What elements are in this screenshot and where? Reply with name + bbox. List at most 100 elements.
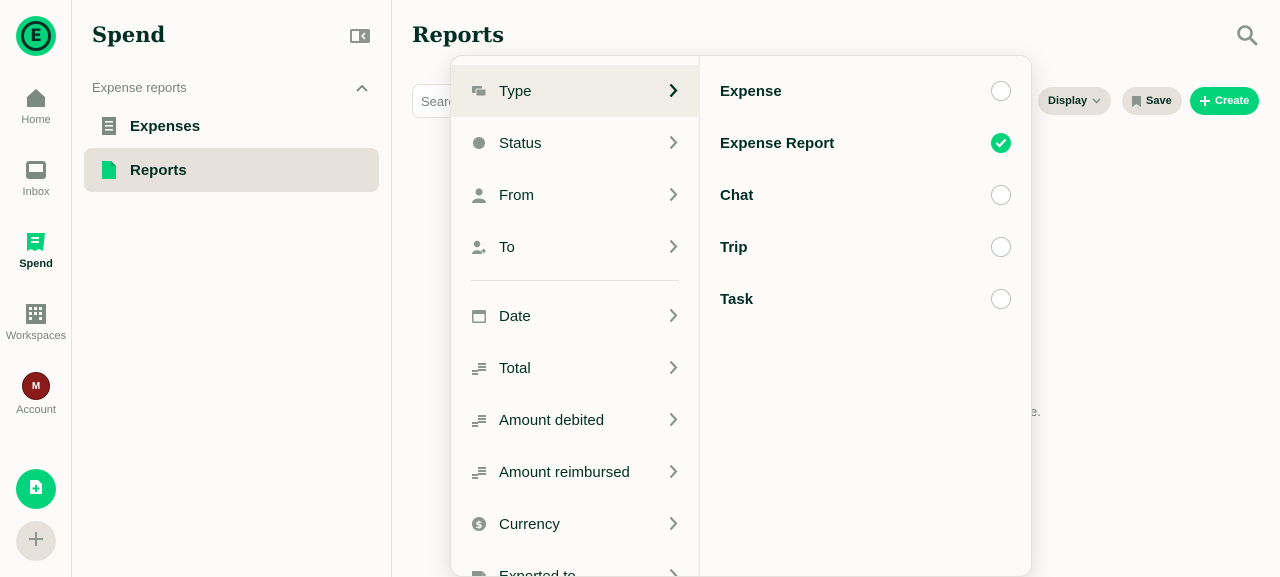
nav-spend-label: Spend [19, 258, 53, 270]
radio-unchecked[interactable] [991, 237, 1011, 257]
option-task[interactable]: Task [700, 273, 1031, 325]
chevron-right-icon [669, 568, 678, 576]
radio-unchecked[interactable] [991, 185, 1011, 205]
sidebar-title: Spend [92, 22, 166, 47]
chevron-right-icon [669, 135, 678, 150]
avatar: M [22, 372, 50, 400]
search-icon [1237, 25, 1258, 46]
filter-amount-debited[interactable]: Amount debited [451, 394, 700, 446]
filter-label: Type [499, 82, 532, 100]
filter-label: From [499, 186, 534, 204]
chevron-down-icon [1092, 98, 1101, 104]
sidebar-item-expenses[interactable]: Expenses [84, 104, 379, 148]
filter-exported-to[interactable]: Exported to [451, 550, 700, 577]
nav-account[interactable]: M Account [0, 372, 72, 416]
chevron-right-icon [669, 516, 678, 531]
person-arrow-icon [471, 239, 487, 255]
option-trip[interactable]: Trip [700, 221, 1031, 273]
filter-total[interactable]: Total [451, 342, 700, 394]
option-label: Trip [720, 238, 748, 256]
filter-status[interactable]: Status [451, 117, 700, 169]
export-icon [471, 568, 487, 576]
save-button[interactable]: Save [1122, 87, 1182, 115]
dollar-icon: $ [471, 516, 487, 532]
display-button[interactable]: Display [1038, 87, 1112, 115]
add-button[interactable] [16, 521, 56, 561]
receipt-icon [102, 117, 116, 135]
plus-icon [1200, 96, 1210, 106]
nav-inbox-label: Inbox [22, 186, 50, 198]
chevron-right-icon [669, 308, 678, 323]
chevron-right-icon [669, 360, 678, 375]
status-dot-icon [471, 135, 487, 151]
filter-label: Amount reimbursed [499, 463, 630, 481]
coins-icon [471, 360, 487, 376]
coins-icon [471, 412, 487, 428]
chevron-right-icon [669, 187, 678, 202]
create-button[interactable]: Create [1190, 87, 1260, 115]
nav-home-label: Home [21, 114, 51, 126]
spend-sidebar: Spend Expense reports Expenses Reports [72, 0, 392, 577]
filter-label: Date [499, 307, 531, 325]
nav-inbox[interactable]: Inbox [0, 158, 72, 198]
filter-label: Exported to [499, 567, 576, 577]
option-expense[interactable]: Expense [700, 65, 1031, 117]
filter-label: Total [499, 359, 531, 377]
plus-icon [28, 531, 44, 552]
create-label: Create [1215, 95, 1250, 107]
coins-icon [471, 464, 487, 480]
page-title: Reports [412, 22, 505, 47]
option-label: Task [720, 290, 754, 308]
sidebar-item-label: Reports [130, 161, 187, 179]
sidebar-item-label: Expenses [130, 117, 201, 135]
nav-spend[interactable]: Spend [0, 230, 72, 270]
filter-currency[interactable]: $ Currency [451, 498, 700, 550]
collapse-sidebar-icon [350, 29, 370, 43]
checkmark-icon [995, 138, 1007, 148]
option-label: Chat [720, 186, 754, 204]
section-expense-reports[interactable]: Expense reports [92, 80, 368, 95]
filter-label: Amount debited [499, 411, 605, 429]
filter-date[interactable]: Date [451, 290, 700, 342]
home-icon [24, 86, 48, 110]
new-expense-button[interactable] [16, 469, 56, 509]
calendar-icon [471, 308, 487, 324]
option-chat[interactable]: Chat [700, 169, 1031, 221]
inbox-icon [24, 158, 48, 182]
filter-type[interactable]: Type [451, 65, 700, 117]
chevron-up-icon [356, 84, 368, 92]
sidebar-item-reports[interactable]: Reports [84, 148, 379, 192]
chevron-right-icon [669, 83, 678, 98]
filter-to[interactable]: To [451, 221, 700, 273]
building-icon [24, 302, 48, 326]
nav-home[interactable]: Home [0, 86, 72, 126]
nav-workspaces[interactable]: Workspaces [0, 302, 72, 342]
radio-checked[interactable] [991, 133, 1011, 153]
filter-label: Currency [499, 515, 560, 533]
nav-workspaces-label: Workspaces [5, 330, 67, 342]
nav-account-label: Account [16, 404, 56, 416]
display-label: Display [1048, 95, 1088, 107]
filter-amount-reimbursed[interactable]: Amount reimbursed [451, 446, 700, 498]
chevron-right-icon [669, 412, 678, 427]
chevron-right-icon [669, 239, 678, 254]
filter-label: Status [499, 134, 542, 152]
collapse-sidebar-button[interactable] [350, 28, 372, 44]
radio-unchecked[interactable] [991, 81, 1011, 101]
svg-text:$: $ [476, 520, 483, 531]
filter-divider [471, 280, 679, 281]
option-expense-report[interactable]: Expense Report [700, 117, 1031, 169]
filter-from[interactable]: From [451, 169, 700, 221]
filter-category-list: Type Status From To Date Total Amount de… [451, 56, 700, 576]
bookmark-icon [1132, 95, 1141, 107]
search-button[interactable] [1236, 24, 1260, 48]
new-expense-icon [28, 479, 44, 500]
expensify-logo[interactable]: E [16, 16, 56, 56]
option-label: Expense [720, 82, 782, 100]
logo-letter: E [21, 21, 51, 51]
radio-unchecked[interactable] [991, 289, 1011, 309]
filter-label: To [499, 238, 515, 256]
type-icon [471, 83, 487, 99]
nav-rail: E Home Inbox Spend Workspaces M Account [0, 0, 72, 577]
document-icon [102, 161, 116, 179]
